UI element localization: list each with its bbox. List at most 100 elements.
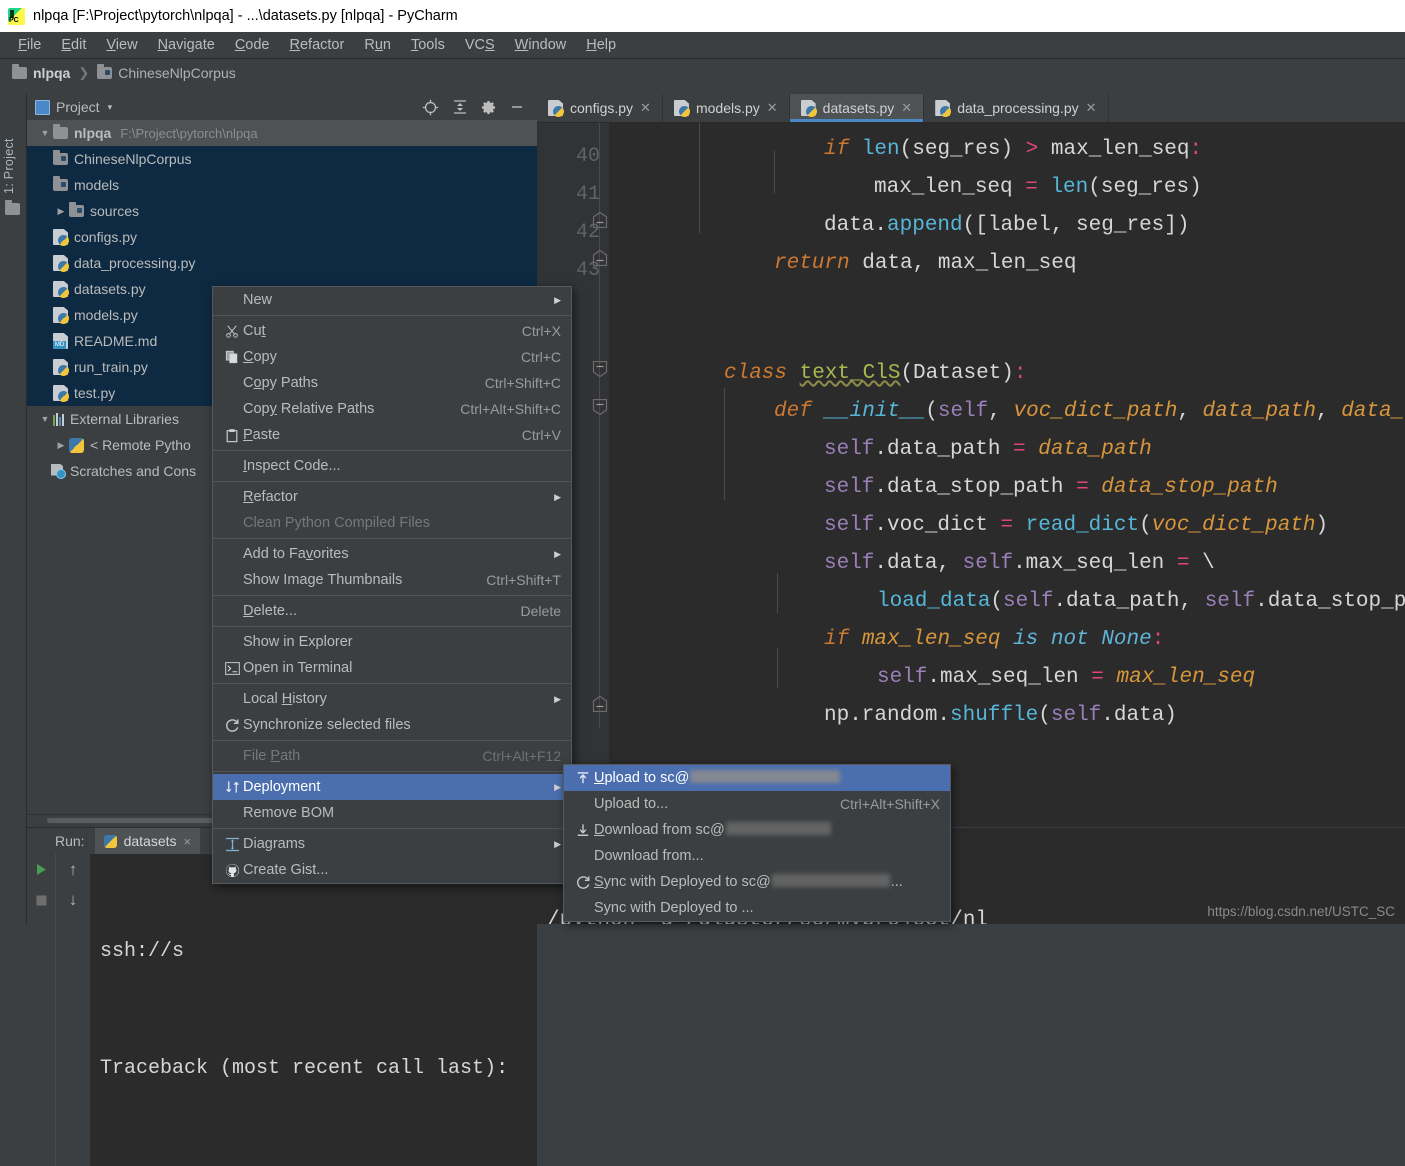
code-line-init: def __init__(self, voc_dict_path, data_p… bbox=[774, 400, 1405, 423]
close-icon[interactable]: ✕ bbox=[640, 100, 651, 116]
separator bbox=[213, 740, 571, 741]
editor-tab-data-processing-py[interactable]: data_processing.py ✕ bbox=[924, 94, 1109, 122]
context-menu-item-copy[interactable]: Copy Ctrl+C bbox=[213, 344, 571, 370]
editor-tab-datasets-py[interactable]: datasets.py ✕ bbox=[789, 94, 925, 122]
submenu-arrow-icon: ▶ bbox=[554, 491, 561, 502]
separator bbox=[213, 315, 571, 316]
menu-bar: File Edit View Navigate Code Refactor Ru… bbox=[0, 32, 1405, 59]
code-editor[interactable]: 40 41 42 43 if len(seg_res) > max_len_se… bbox=[537, 123, 1405, 827]
context-menu-item-show-image-thumbnails[interactable]: Show Image Thumbnails Ctrl+Shift+T bbox=[213, 567, 571, 593]
terminal-icon bbox=[221, 661, 243, 675]
context-menu-item-deployment[interactable]: Deployment ▶ bbox=[213, 774, 571, 800]
menu-vcs[interactable]: VCS bbox=[455, 35, 505, 55]
code-line-40: if len(seg_res) > max_len_seq: bbox=[824, 138, 1203, 161]
run-icon[interactable] bbox=[34, 862, 49, 880]
context-menu-item-local-history[interactable]: Local History ▶ bbox=[213, 686, 571, 712]
fold-marker-start-icon[interactable] bbox=[591, 398, 609, 416]
context-menu-item-show-in-explorer[interactable]: Show in Explorer bbox=[213, 629, 571, 655]
tree-node-sources-folder[interactable]: ▶ sources bbox=[27, 198, 537, 224]
breadcrumb-item-folder[interactable]: ChineseNlpCorpus bbox=[97, 64, 236, 81]
chevron-down-icon[interactable]: ▾ bbox=[108, 102, 113, 113]
submenu-item-sync-with-deployed-to-server[interactable]: Sync with Deployed to sc@... bbox=[564, 869, 950, 895]
submenu-item-upload-to-server[interactable]: Upload to sc@ bbox=[564, 765, 950, 791]
fold-marker-start-icon[interactable] bbox=[591, 360, 609, 378]
line-number: 41 bbox=[575, 183, 600, 206]
hide-icon[interactable] bbox=[509, 99, 525, 115]
breadcrumb-item-project[interactable]: nlpqa bbox=[12, 64, 70, 81]
context-menu-label: Show in Explorer bbox=[243, 634, 353, 650]
menu-navigate[interactable]: Navigate bbox=[148, 35, 225, 55]
breadcrumb-label: ChineseNlpCorpus bbox=[118, 65, 236, 81]
context-menu-label: Diagrams bbox=[243, 836, 306, 852]
editor-tab-models-py[interactable]: models.py ✕ bbox=[663, 94, 790, 122]
menu-help[interactable]: Help bbox=[576, 35, 626, 55]
tool-window-button-project[interactable]: 1: Project bbox=[2, 104, 22, 194]
close-icon[interactable]: ✕ bbox=[1086, 100, 1097, 116]
submenu-item-sync-with-deployed-to[interactable]: Sync with Deployed to ... bbox=[564, 895, 950, 921]
menu-edit[interactable]: Edit bbox=[51, 35, 96, 55]
menu-file[interactable]: File bbox=[8, 35, 51, 55]
context-menu-item-open-in-terminal[interactable]: Open in Terminal bbox=[213, 655, 571, 681]
tree-node-chinesenlpcorpus[interactable]: ChineseNlpCorpus bbox=[27, 146, 537, 172]
context-menu-item-create-gist[interactable]: Create Gist... bbox=[213, 857, 571, 883]
context-menu-label: Clean Python Compiled Files bbox=[243, 515, 430, 531]
menu-tools[interactable]: Tools bbox=[401, 35, 455, 55]
context-menu-item-refactor[interactable]: Refactor ▶ bbox=[213, 484, 571, 510]
context-menu-item-delete[interactable]: Delete... Delete bbox=[213, 598, 571, 624]
submenu-item-download-from[interactable]: Download from... bbox=[564, 843, 950, 869]
menu-run[interactable]: Run bbox=[354, 35, 401, 55]
context-menu-item-inspect-code[interactable]: Inspect Code... bbox=[213, 453, 571, 479]
context-menu-item-copy-relative-paths[interactable]: Copy Relative Paths Ctrl+Alt+Shift+C bbox=[213, 396, 571, 422]
close-icon[interactable]: ✕ bbox=[901, 100, 912, 116]
locate-icon[interactable] bbox=[422, 99, 439, 116]
menu-window[interactable]: Window bbox=[505, 35, 577, 55]
editor-tab-configs-py[interactable]: configs.py ✕ bbox=[537, 94, 663, 122]
code-line-data-maxseq: self.data, self.max_seq_len = \ bbox=[824, 552, 1215, 575]
python-interpreter-icon bbox=[103, 834, 117, 848]
folder-icon[interactable] bbox=[5, 200, 20, 218]
context-menu-item-copy-paths[interactable]: Copy Paths Ctrl+Shift+C bbox=[213, 370, 571, 396]
context-menu-item-new[interactable]: New ▶ bbox=[213, 287, 571, 313]
submenu-label: Sync with Deployed to sc@... bbox=[594, 874, 903, 890]
twisty-icon[interactable]: ▶ bbox=[53, 206, 69, 217]
tree-node-configs-py[interactable]: configs.py bbox=[27, 224, 537, 250]
context-menu-item-cut[interactable]: Cut Ctrl+X bbox=[213, 318, 571, 344]
twisty-icon[interactable]: ▼ bbox=[37, 128, 53, 138]
context-menu-item-add-to-favorites[interactable]: Add to Favorites ▶ bbox=[213, 541, 571, 567]
scissors-icon bbox=[221, 324, 243, 338]
folder-icon bbox=[12, 64, 27, 79]
context-menu-label: Delete... bbox=[243, 603, 298, 619]
context-menu-item-diagrams[interactable]: Diagrams ▶ bbox=[213, 831, 571, 857]
fold-marker-end-icon[interactable] bbox=[591, 249, 609, 267]
submenu-item-upload-to[interactable]: Upload to... Ctrl+Alt+Shift+X bbox=[564, 791, 950, 817]
fold-marker-end-icon[interactable] bbox=[591, 211, 609, 229]
menu-view[interactable]: View bbox=[96, 35, 147, 55]
submenu-item-download-from-server[interactable]: Download from sc@ bbox=[564, 817, 950, 843]
run-tab-datasets[interactable]: datasets × bbox=[94, 828, 201, 854]
tree-node-data-processing-py[interactable]: data_processing.py bbox=[27, 250, 537, 276]
context-menu-item-paste[interactable]: Paste Ctrl+V bbox=[213, 422, 571, 448]
twisty-icon[interactable]: ▼ bbox=[37, 414, 53, 424]
scroll-up-icon[interactable]: ↑ bbox=[69, 860, 78, 880]
submenu-label: Download from sc@ bbox=[594, 822, 940, 838]
scroll-down-icon[interactable]: ↓ bbox=[69, 890, 78, 910]
fold-marker-end-icon[interactable] bbox=[591, 695, 609, 713]
tree-node-nlpqa[interactable]: ▼ nlpqa F:\Project\pytorch\nlpqa bbox=[27, 120, 537, 146]
python-file-icon bbox=[53, 255, 69, 272]
tree-node-label: data_processing.py bbox=[74, 255, 196, 271]
file-context-menu: New ▶ Cut Ctrl+X Copy Ctrl+C Copy Paths … bbox=[212, 286, 572, 884]
settings-gear-icon[interactable] bbox=[481, 100, 496, 115]
close-icon[interactable]: × bbox=[184, 834, 192, 849]
collapse-all-icon[interactable] bbox=[452, 99, 468, 115]
twisty-icon[interactable]: ▶ bbox=[53, 440, 69, 451]
close-icon[interactable]: ✕ bbox=[767, 100, 778, 116]
context-menu-item-remove-bom[interactable]: Remove BOM bbox=[213, 800, 571, 826]
tree-node-models-folder[interactable]: models bbox=[27, 172, 537, 198]
code-line-43: return data, max_len_seq bbox=[774, 252, 1077, 275]
code-text-area[interactable]: if len(seg_res) > max_len_seq: max_len_s… bbox=[609, 123, 1405, 827]
tree-node-label: ChineseNlpCorpus bbox=[74, 151, 192, 167]
stop-icon[interactable] bbox=[35, 894, 48, 910]
menu-code[interactable]: Code bbox=[225, 35, 280, 55]
menu-refactor[interactable]: Refactor bbox=[280, 35, 355, 55]
context-menu-item-synchronize-selected-files[interactable]: Synchronize selected files bbox=[213, 712, 571, 738]
